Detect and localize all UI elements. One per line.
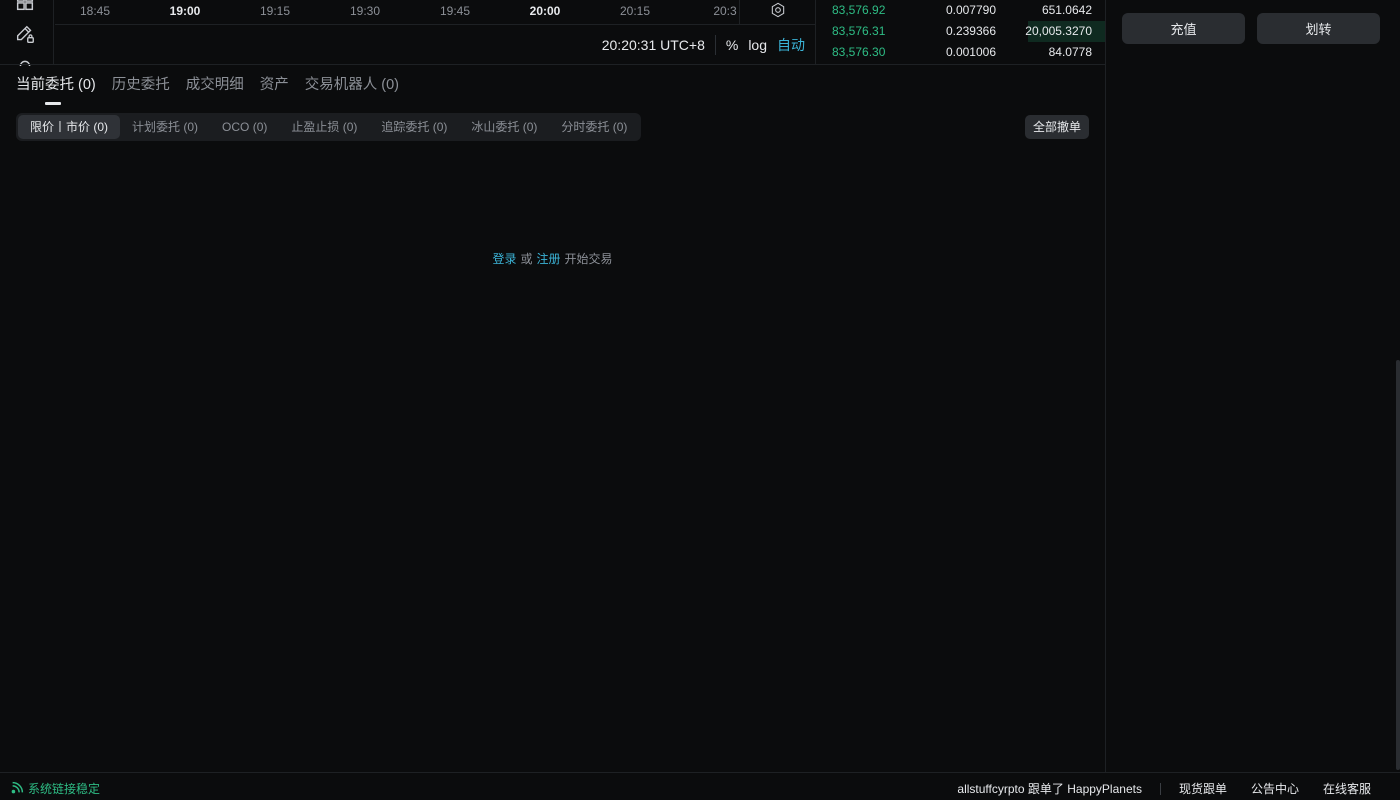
pencil-lock-icon[interactable] <box>13 22 37 46</box>
empty-state: 登录或注册 开始交易 <box>0 250 1105 267</box>
chart-settings-button[interactable] <box>739 0 815 25</box>
chart-clock[interactable]: 20:20:31 UTC+8 <box>602 37 705 53</box>
order-book-total: 651.0642 <box>1041 3 1092 17</box>
auto-scale-toggle[interactable]: 自动 <box>777 35 805 55</box>
gear-icon <box>770 2 786 23</box>
order-book-price: 83,576.30 <box>832 45 886 59</box>
divider <box>714 35 716 55</box>
chart-time-axis[interactable]: 18:45 19:00 19:15 19:30 19:45 20:00 20:15 20:3 <box>55 0 739 25</box>
register-link[interactable]: 注册 <box>537 252 561 266</box>
order-book: 83,576.92 0.007790 651.0642 83,576.31 0.2393… <box>815 0 1106 64</box>
time-axis-tick: 20:00 <box>529 4 561 18</box>
grid-icon[interactable] <box>13 0 37 14</box>
order-type-tab[interactable]: 限价丨市价 (0) <box>18 115 121 139</box>
orders-tab[interactable]: 资产 <box>260 74 289 104</box>
scrollbar[interactable] <box>1396 360 1400 770</box>
status-link[interactable]: 现货跟单 <box>1179 780 1227 797</box>
drawing-toolbar <box>0 0 54 67</box>
connection-status: 系统链接稳定 <box>11 780 100 797</box>
section-divider <box>0 64 1105 65</box>
order-type-tab[interactable]: OCO (0) <box>210 115 279 139</box>
time-axis-tick: 20:3 <box>713 4 737 18</box>
order-book-row[interactable]: 83,576.31 0.239366 20,005.3270 <box>816 21 1106 42</box>
time-axis-tick: 19:00 <box>169 4 201 18</box>
orders-tab[interactable]: 交易机器人 (0) <box>305 74 399 104</box>
time-axis-tick: 19:15 <box>259 4 291 18</box>
chart-footer: 20:20:31 UTC+8 % log 自动 <box>55 26 815 64</box>
orders-tab[interactable]: 当前委托 (0) <box>16 74 96 105</box>
order-book-amount: 0.001006 <box>945 45 996 59</box>
status-link[interactable]: 公告中心 <box>1251 780 1299 797</box>
time-axis-tick: 18:45 <box>79 4 111 18</box>
orders-tab[interactable]: 历史委托 <box>112 74 170 104</box>
time-axis-tick: 19:45 <box>439 4 471 18</box>
order-type-tab[interactable]: 计划委托 (0) <box>120 115 210 139</box>
order-book-total: 20,005.3270 <box>1025 24 1092 38</box>
status-links: allstuffcyrpto 跟单了 HappyPlanets 现货跟单 公告中心… <box>957 780 1371 797</box>
transfer-button[interactable]: 划转 <box>1257 13 1380 44</box>
order-type-tab[interactable]: 止盈止损 (0) <box>279 115 369 139</box>
order-type-tab[interactable]: 冰山委托 (0) <box>459 115 549 139</box>
login-link[interactable]: 登录 <box>492 252 516 266</box>
order-book-total: 84.0778 <box>1048 45 1092 59</box>
time-axis-tick: 20:15 <box>619 4 651 18</box>
divider <box>1159 782 1161 795</box>
cancel-all-button[interactable]: 全部撤单 <box>1025 115 1090 139</box>
deposit-button[interactable]: 充值 <box>1122 13 1245 44</box>
status-bar: 系统链接稳定 allstuffcyrpto 跟单了 HappyPlanets 现… <box>0 772 1400 800</box>
order-book-row[interactable]: 83,576.92 0.007790 651.0642 <box>816 0 1106 21</box>
log-scale-toggle[interactable]: log <box>748 37 767 53</box>
orders-tab[interactable]: 成交明细 <box>186 74 244 104</box>
trading-app: 18:45 19:00 19:15 19:30 19:45 20:00 20:15 20:3 … <box>0 0 1400 800</box>
signal-icon <box>11 781 28 797</box>
time-axis-tick: 19:30 <box>349 4 381 18</box>
order-type-filter: 限价丨市价 (0) 计划委托 (0) OCO (0) 止盈止损 (0) 追踪委托 (0)… <box>16 113 642 141</box>
status-link[interactable]: 在线客服 <box>1323 780 1371 797</box>
order-book-row[interactable]: 83,576.30 0.001006 84.0778 <box>816 42 1106 63</box>
copy-trade-ticker[interactable]: allstuffcyrpto 跟单了 HappyPlanets <box>957 780 1142 797</box>
percent-scale-toggle[interactable]: % <box>726 37 738 53</box>
order-type-tab[interactable]: 追踪委托 (0) <box>369 115 459 139</box>
right-panel: 充值 划转 <box>1105 0 1400 772</box>
orders-tabs: 当前委托 (0) 历史委托 成交明细 资产 交易机器人 (0) <box>16 74 399 105</box>
order-book-amount: 0.007790 <box>945 3 996 17</box>
order-book-amount: 0.239366 <box>945 24 996 38</box>
empty-suffix-text: 开始交易 <box>564 252 613 266</box>
order-book-price: 83,576.31 <box>832 24 886 38</box>
connection-status-text: 系统链接稳定 <box>28 782 101 796</box>
order-type-tab[interactable]: 分时委托 (0) <box>549 115 639 139</box>
empty-or-text: 或 <box>520 252 533 266</box>
order-book-price: 83,576.92 <box>832 3 886 17</box>
